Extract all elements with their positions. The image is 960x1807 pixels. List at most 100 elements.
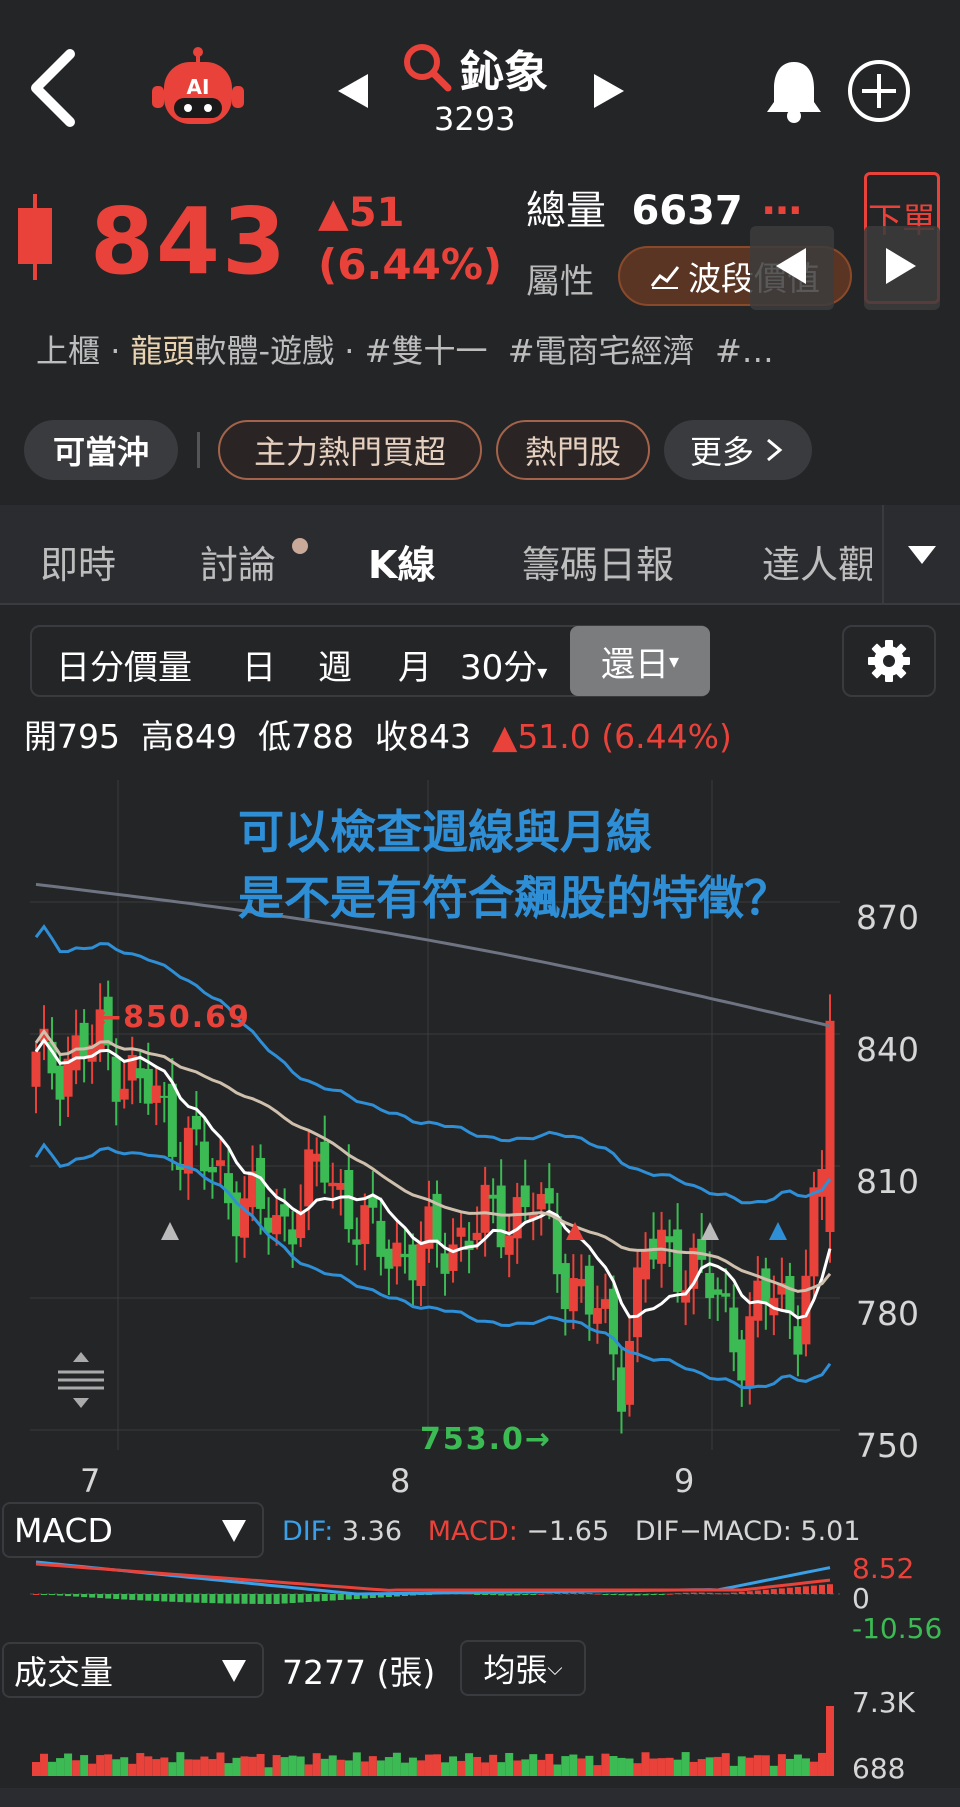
macd-bar [786,1587,793,1594]
candle-body [119,1088,129,1100]
macd-bar [281,1594,288,1604]
candle-body [272,1215,282,1235]
volume-bar [112,1759,121,1776]
volume-bar [809,1761,818,1776]
add-icon[interactable] [846,58,912,124]
chip-main-buy[interactable]: 主力熱門買超 [218,420,482,480]
chip-more[interactable]: 更多 [664,420,812,480]
y-tick-870: 870 [856,898,919,937]
candle-body [167,1083,177,1157]
macd-bar [626,1594,633,1596]
bell-icon[interactable] [764,58,824,124]
volume-bar [569,1754,578,1776]
candle-icon [18,194,52,280]
volume-bar [232,1757,241,1776]
macd-bar [802,1586,809,1594]
total-volume: 總量 6637 [526,188,743,234]
candle-body [408,1244,418,1281]
tag-more[interactable]: #… [715,332,774,370]
macd-bar [313,1594,320,1602]
prev-stock-icon[interactable] [336,72,370,110]
tag-concept[interactable]: #電商宅經濟 [508,332,695,370]
svg-text:AI: AI [187,75,210,99]
candle-body [352,1239,362,1245]
candle-body [111,1056,121,1102]
search-icon[interactable] [402,42,452,92]
back-icon[interactable] [24,48,84,128]
tag-industry[interactable]: 軟體-遊戲 [195,332,335,370]
macd-bar [554,1592,561,1594]
macd-bar [297,1594,304,1603]
volume-bar [288,1755,297,1776]
period-week[interactable]: 週 [318,640,352,689]
avg-lot-button[interactable]: 均張 ⌵ [460,1640,586,1696]
volume-bar [609,1756,618,1776]
scroll-left-button[interactable] [750,226,834,310]
candle-body [560,1263,570,1310]
volume-bar [416,1760,425,1776]
stock-name: 鈊象 [460,47,548,98]
volume-bar [545,1753,554,1776]
candle-body [729,1307,739,1353]
volume-bar [40,1753,49,1776]
volume-bar [617,1757,626,1776]
candle-body [544,1188,554,1204]
period-day[interactable]: 日 [242,640,276,689]
tab-expert[interactable]: 達人觀 [762,534,872,589]
current-price: 843 [90,188,289,295]
candle-body [312,1153,322,1162]
candle-body [616,1367,626,1412]
chart-settings-button[interactable] [842,625,936,697]
candle-body [657,1229,667,1264]
macd-bar [482,1594,489,1595]
period-adjusted[interactable]: 還日 ▾ [570,626,710,696]
next-stock-icon[interactable] [592,72,626,110]
tab-chip-daily[interactable]: 籌碼日報 [522,534,674,589]
chevron-right-icon [767,438,783,462]
macd-bar [762,1589,769,1594]
tag-leader[interactable]: 龍頭 [131,332,195,370]
candle-body [71,1035,81,1071]
tag-market[interactable]: 上櫃 [36,332,100,370]
chip-day-trade[interactable]: 可當沖 [24,420,178,480]
volume-bar [713,1756,722,1776]
volume-bar [793,1754,802,1776]
candle-body [809,1187,819,1277]
period-intraday[interactable]: 日分價量 [56,640,192,689]
more-dots[interactable]: … [762,178,802,224]
volume-bar [128,1763,137,1776]
resize-handle-icon[interactable] [54,1350,108,1410]
tabs-dropdown-icon[interactable] [904,540,940,570]
gear-icon [868,640,910,682]
scroll-right-button[interactable] [864,226,940,310]
chip-hot-stock[interactable]: 熱門股 [496,420,650,480]
macd-bar [57,1594,64,1596]
macd-bar [49,1594,56,1596]
ai-robot-icon[interactable]: AI [146,46,250,132]
macd-bar [594,1593,601,1595]
candle-body [304,1149,314,1207]
tab-kline[interactable]: K線 [368,534,435,589]
macd-bar [674,1593,681,1595]
volume-bar [32,1762,40,1776]
candle-body [737,1339,747,1381]
tab-discussion[interactable]: 討論 [200,534,276,589]
period-month[interactable]: 月 [398,640,432,689]
volume-bar [88,1763,97,1776]
volume-bar [641,1752,650,1776]
macd-bar [650,1594,657,1595]
candle-body [520,1185,530,1208]
volume-bar [136,1753,145,1776]
tab-realtime[interactable]: 即時 [40,534,116,589]
volume-bar [296,1756,305,1776]
candle-body [793,1326,803,1355]
volume-select[interactable]: 成交量 [2,1642,264,1698]
volume-bar [304,1764,313,1776]
period-30min[interactable]: 30分▾ [460,640,547,689]
volume-bar [633,1763,642,1776]
candle-body [135,1068,145,1079]
tag-event[interactable]: #雙十一 [365,332,488,370]
macd-bar [754,1590,761,1594]
indicator-select[interactable]: MACD [2,1502,264,1558]
macd-bar [153,1594,160,1602]
